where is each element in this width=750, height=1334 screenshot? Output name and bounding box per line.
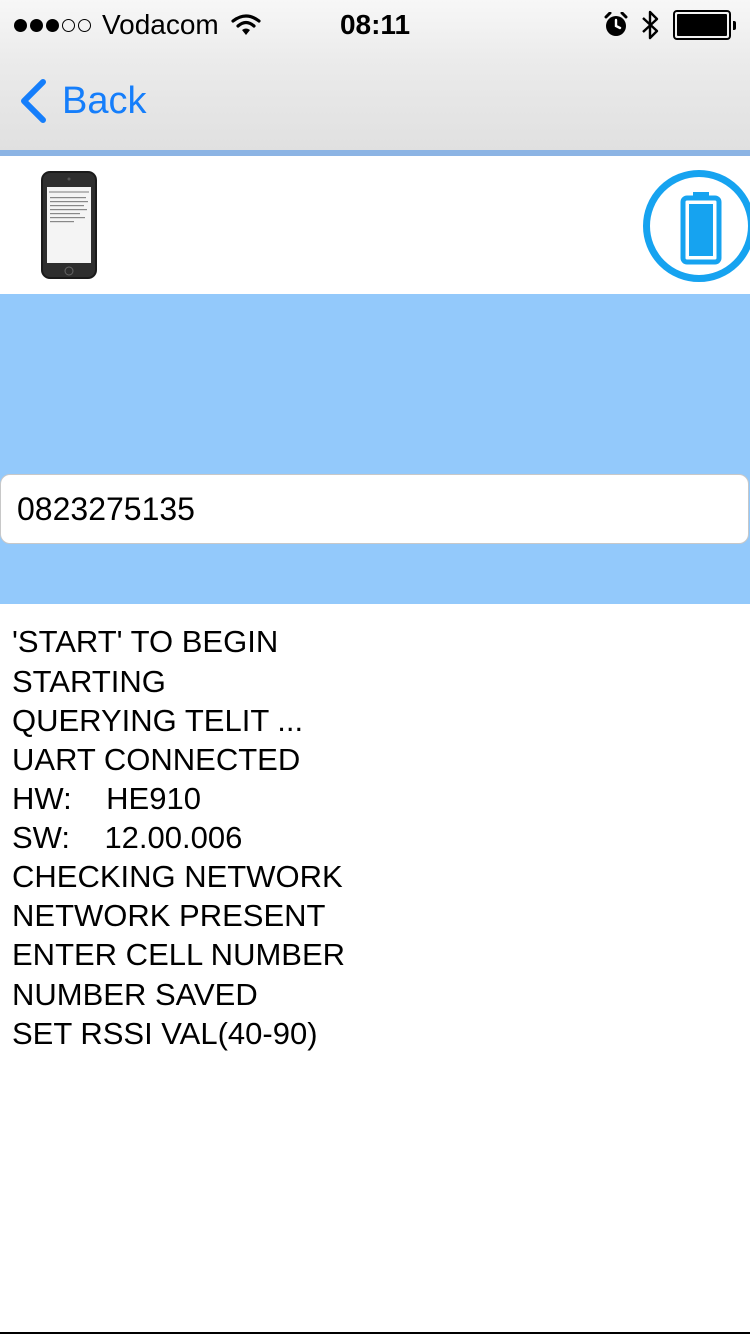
log-line: STARTING bbox=[12, 664, 166, 699]
navigation-bar: Back bbox=[0, 50, 750, 150]
log-line: QUERYING TELIT ... bbox=[12, 703, 304, 738]
phone-thumbnail-icon[interactable] bbox=[40, 170, 98, 280]
log-line: NUMBER SAVED bbox=[12, 977, 258, 1012]
alarm-icon bbox=[604, 12, 628, 36]
input-panel bbox=[0, 294, 750, 604]
back-label: Back bbox=[62, 79, 147, 122]
log-line: SET RSSI VAL(40-90) bbox=[12, 1016, 318, 1051]
log-line: ENTER CELL NUMBER bbox=[12, 937, 346, 972]
cell-number-input[interactable] bbox=[0, 474, 749, 544]
log-line: HW: HE910 bbox=[12, 781, 201, 816]
battery-icon bbox=[673, 10, 736, 40]
log-line: UART CONNECTED bbox=[12, 742, 301, 777]
device-header bbox=[0, 156, 750, 294]
battery-fill bbox=[677, 14, 727, 36]
status-right bbox=[603, 8, 736, 42]
battery-full-icon bbox=[680, 192, 722, 265]
chevron-left-icon bbox=[21, 79, 46, 123]
status-bar: Vodacom 08:11 bbox=[0, 0, 750, 50]
log-output: 'START' TO BEGIN STARTING QUERYING TELIT… bbox=[0, 604, 750, 1332]
back-button[interactable]: Back bbox=[18, 78, 146, 124]
bluetooth-icon bbox=[642, 10, 659, 40]
log-line: 'START' TO BEGIN bbox=[12, 624, 279, 659]
app-screen: Vodacom 08:11 Back 0823275135 'START' TO… bbox=[0, 0, 750, 1334]
log-line: NETWORK PRESENT bbox=[12, 898, 326, 933]
log-line: SW: 12.00.006 bbox=[12, 820, 243, 855]
log-line: CHECKING NETWORK bbox=[12, 859, 343, 894]
device-battery-indicator[interactable] bbox=[643, 170, 750, 282]
